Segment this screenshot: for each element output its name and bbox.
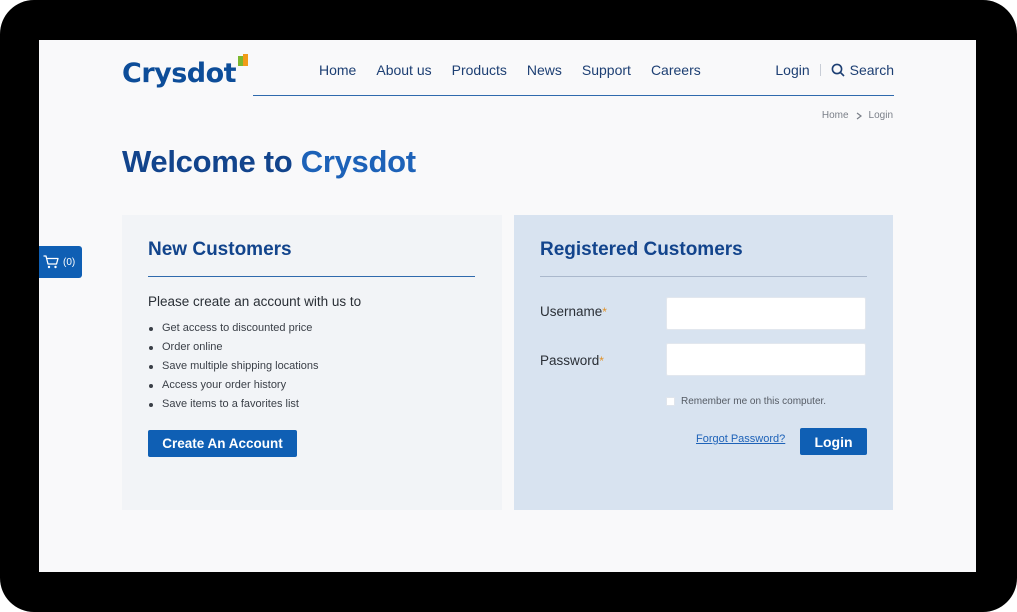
required-marker: * (599, 354, 604, 368)
remember-me-label: Remember me on this computer. (681, 396, 827, 407)
username-field[interactable] (666, 297, 866, 330)
password-label: Password* (540, 352, 604, 370)
list-item: Save multiple shipping locations (148, 357, 319, 376)
registered-customers-panel: Registered Customers Username* Password*… (514, 215, 893, 510)
nav-item-support[interactable]: Support (582, 60, 631, 80)
search-button[interactable]: Search (831, 60, 894, 80)
cart-count: (0) (63, 256, 76, 268)
remember-me: Remember me on this computer. (666, 396, 826, 407)
nav-item-products[interactable]: Products (452, 60, 507, 80)
page-title-brand: Crysdot (300, 144, 416, 179)
nav-item-home[interactable]: Home (319, 60, 356, 80)
benefits-list: Get access to discounted price Order onl… (148, 319, 319, 414)
list-item: Order online (148, 338, 319, 357)
search-label: Search (849, 62, 894, 78)
device-frame: Crysdot Home About us Products News Supp… (0, 0, 1017, 612)
header-actions: Login Search (775, 60, 894, 80)
breadcrumb-current: Login (868, 110, 893, 121)
logo-mark-icon (238, 54, 249, 68)
username-label: Username* (540, 303, 607, 321)
logo[interactable]: Crysdot (122, 54, 249, 92)
nav-item-careers[interactable]: Careers (651, 60, 701, 80)
new-customers-divider (148, 276, 475, 277)
search-icon (831, 63, 845, 77)
password-label-text: Password (540, 353, 600, 368)
list-item: Save items to a favorites list (148, 395, 319, 414)
password-field[interactable] (666, 343, 866, 376)
forgot-password-link[interactable]: Forgot Password? (696, 433, 785, 445)
list-item: Access your order history (148, 376, 319, 395)
registered-customers-divider (540, 276, 867, 277)
new-customers-intro: Please create an account with us to (148, 294, 362, 309)
nav-item-about-us[interactable]: About us (376, 60, 431, 80)
list-item: Get access to discounted price (148, 319, 319, 338)
header-login-link[interactable]: Login (775, 60, 809, 80)
browser-viewport: Crysdot Home About us Products News Supp… (39, 40, 976, 572)
main-nav: Home About us Products News Support Care… (319, 60, 721, 80)
cart-icon (43, 255, 59, 269)
logo-wordmark: Crysdot (122, 58, 237, 89)
cart-button[interactable]: (0) (39, 246, 82, 278)
login-button[interactable]: Login (800, 428, 867, 455)
registered-customers-title: Registered Customers (540, 239, 743, 260)
header-divider (819, 64, 821, 76)
required-marker: * (602, 305, 607, 319)
create-account-button[interactable]: Create An Account (148, 430, 297, 457)
breadcrumb: Home Login (822, 110, 893, 121)
page-title: Welcome to Crysdot (122, 140, 416, 184)
nav-item-news[interactable]: News (527, 60, 562, 80)
new-customers-panel: New Customers Please create an account w… (122, 215, 502, 510)
breadcrumb-home[interactable]: Home (822, 110, 849, 121)
header-divider-line (253, 95, 894, 96)
new-customers-title: New Customers (148, 239, 292, 260)
page-title-prefix: Welcome to (122, 144, 301, 179)
username-label-text: Username (540, 304, 603, 319)
chevron-right-icon (856, 112, 862, 119)
remember-me-checkbox[interactable] (666, 397, 675, 406)
